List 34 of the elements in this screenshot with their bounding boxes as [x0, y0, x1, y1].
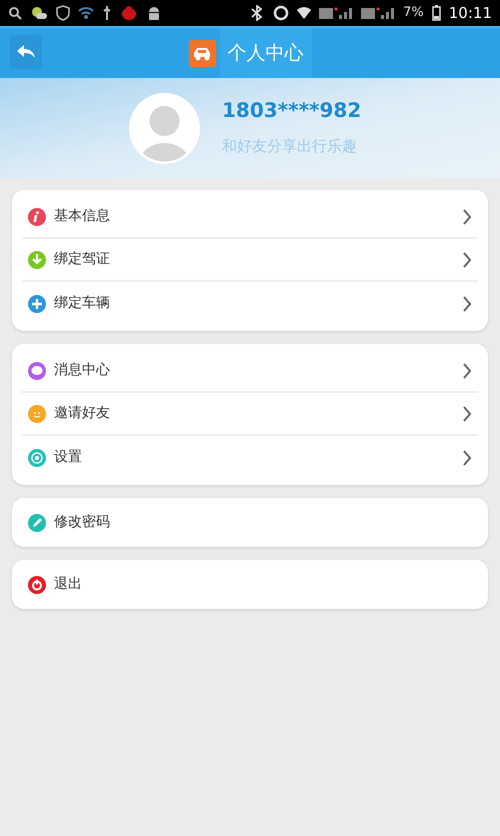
menu-item[interactable]: 消息中心: [22, 350, 478, 393]
menu-label: 退出: [54, 575, 83, 594]
wifi-icon: [78, 6, 94, 20]
menu-item[interactable]: 绑定车辆: [22, 282, 478, 325]
menu-item[interactable]: 基本信息: [22, 196, 478, 239]
menu-label: 基本信息: [54, 207, 111, 226]
wifi-icon: [297, 6, 312, 20]
avatar: [129, 92, 200, 164]
menu-label: 绑定驾证: [54, 250, 111, 269]
battery-percent: 7%: [403, 4, 424, 22]
clock: 10:11: [448, 2, 492, 24]
signal-icon: [319, 6, 354, 20]
menu-item[interactable]: 邀请好友: [22, 393, 478, 436]
signal-icon: [361, 6, 396, 20]
back-button[interactable]: [10, 35, 42, 69]
battery-icon: [432, 5, 441, 21]
menu-label: 邀请好友: [54, 404, 111, 423]
search-icon: [8, 6, 22, 20]
weather-icon: [30, 6, 48, 20]
menu-item[interactable]: 退出: [22, 563, 478, 606]
menu-label: 设置: [54, 448, 83, 467]
menu-label: 修改密码: [54, 513, 111, 532]
menu-item[interactable]: 绑定驾证: [22, 239, 478, 282]
page-title: 个人中心: [228, 40, 304, 66]
usb-icon: [102, 5, 112, 21]
menu-item[interactable]: 设置: [22, 436, 478, 479]
menu-item[interactable]: 修改密码: [22, 501, 478, 544]
back-arrow-icon: [16, 44, 36, 60]
menu-label: 消息中心: [54, 361, 111, 380]
car-logo-icon: [188, 40, 216, 66]
menu-label: 绑定车辆: [54, 294, 111, 313]
phone-number: 1803****982: [222, 96, 362, 124]
shield-icon: [56, 5, 70, 21]
tagline: 和好友分享出行乐趣: [222, 136, 358, 157]
